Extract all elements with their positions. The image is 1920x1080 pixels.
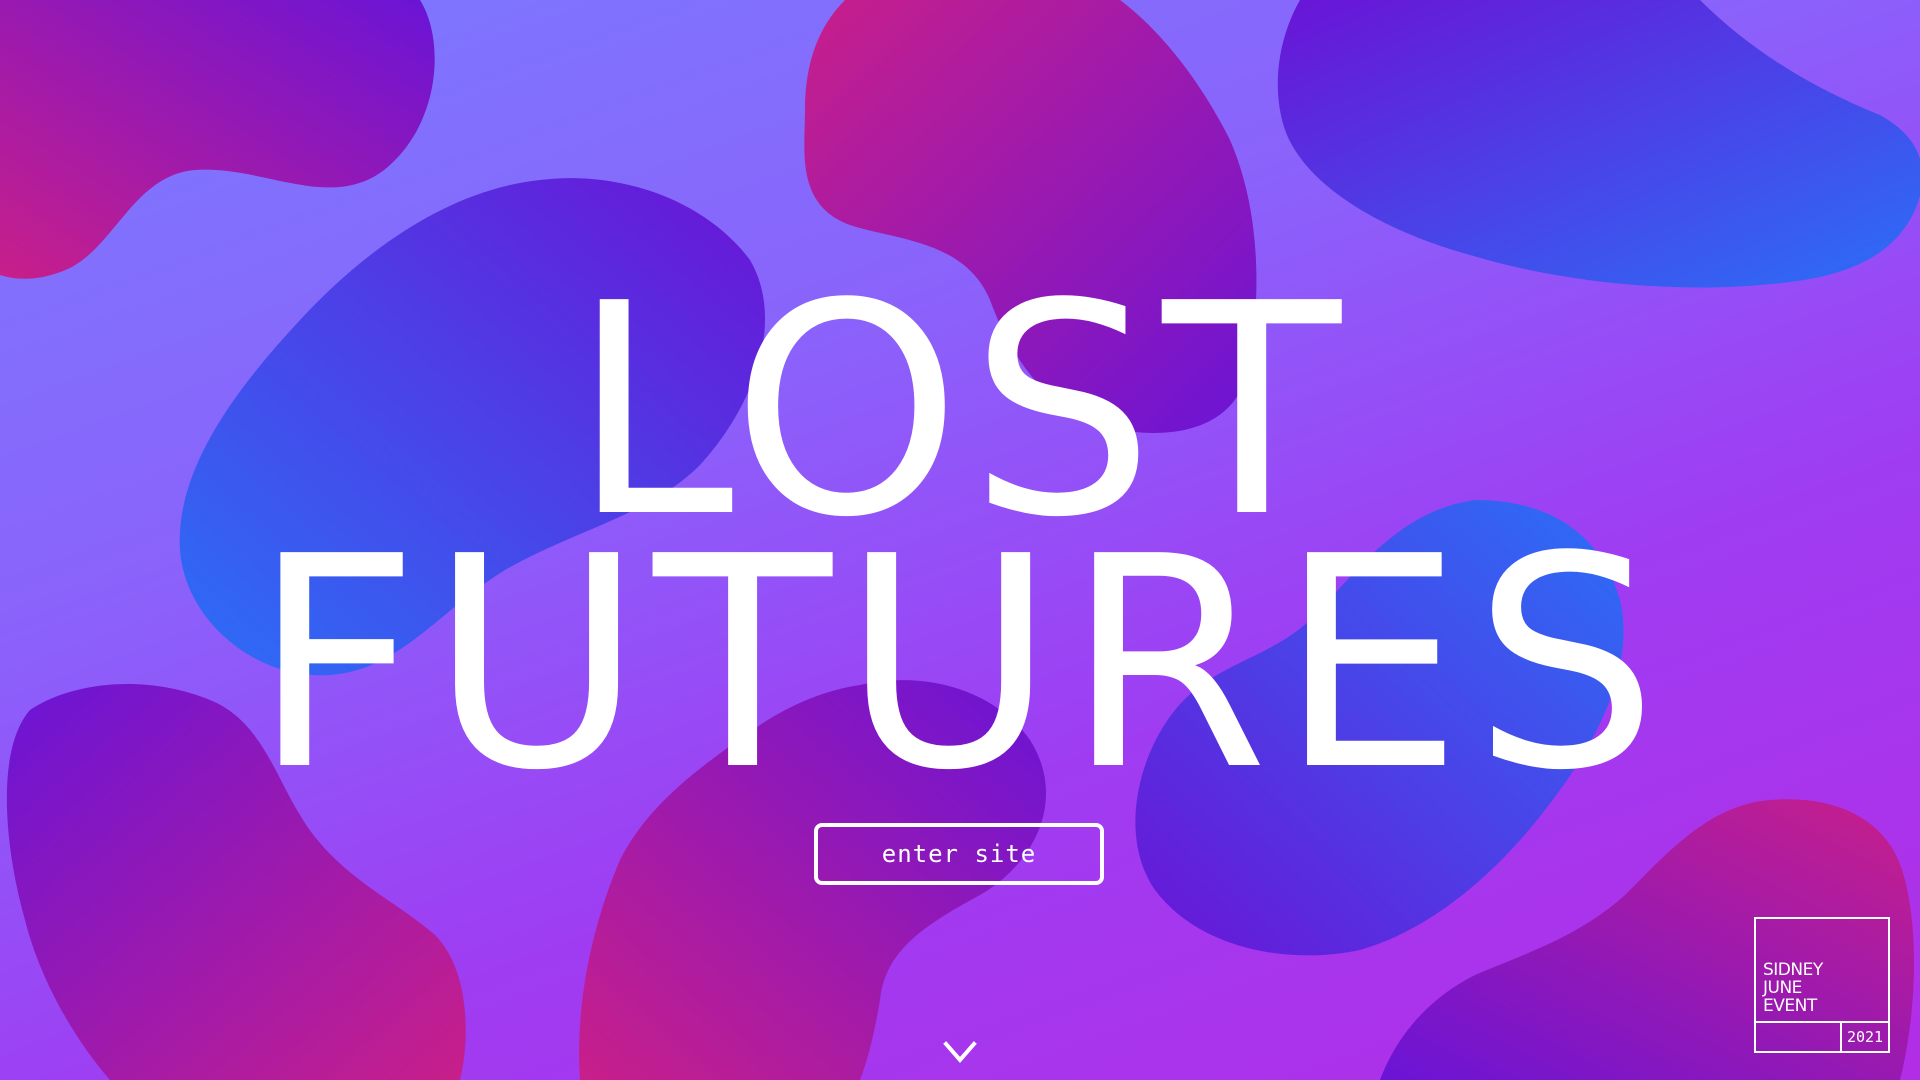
scroll-down-button[interactable] [942, 1040, 978, 1066]
blob-top-left [0, 0, 435, 279]
badge-footer: 2021 [1756, 1021, 1888, 1051]
chevron-down-icon [943, 1041, 977, 1064]
badge-name-line: SIDNEY [1763, 960, 1823, 980]
badge-event-name: SIDNEY JUNE EVENT [1763, 961, 1823, 1015]
enter-site-button[interactable]: enter site [814, 823, 1104, 885]
blob-top-right [1277, 0, 1920, 288]
hero-title-line-2: FUTURES [251, 494, 1669, 834]
badge-year: 2021 [1840, 1023, 1888, 1051]
badge-name-line: JUNE [1763, 978, 1802, 998]
event-badge[interactable]: SIDNEY JUNE EVENT 2021 [1754, 917, 1890, 1053]
landing-page: LOST FUTURES enter site SIDNEY JUNE EVEN… [0, 0, 1920, 1080]
badge-name-line: EVENT [1763, 996, 1817, 1016]
